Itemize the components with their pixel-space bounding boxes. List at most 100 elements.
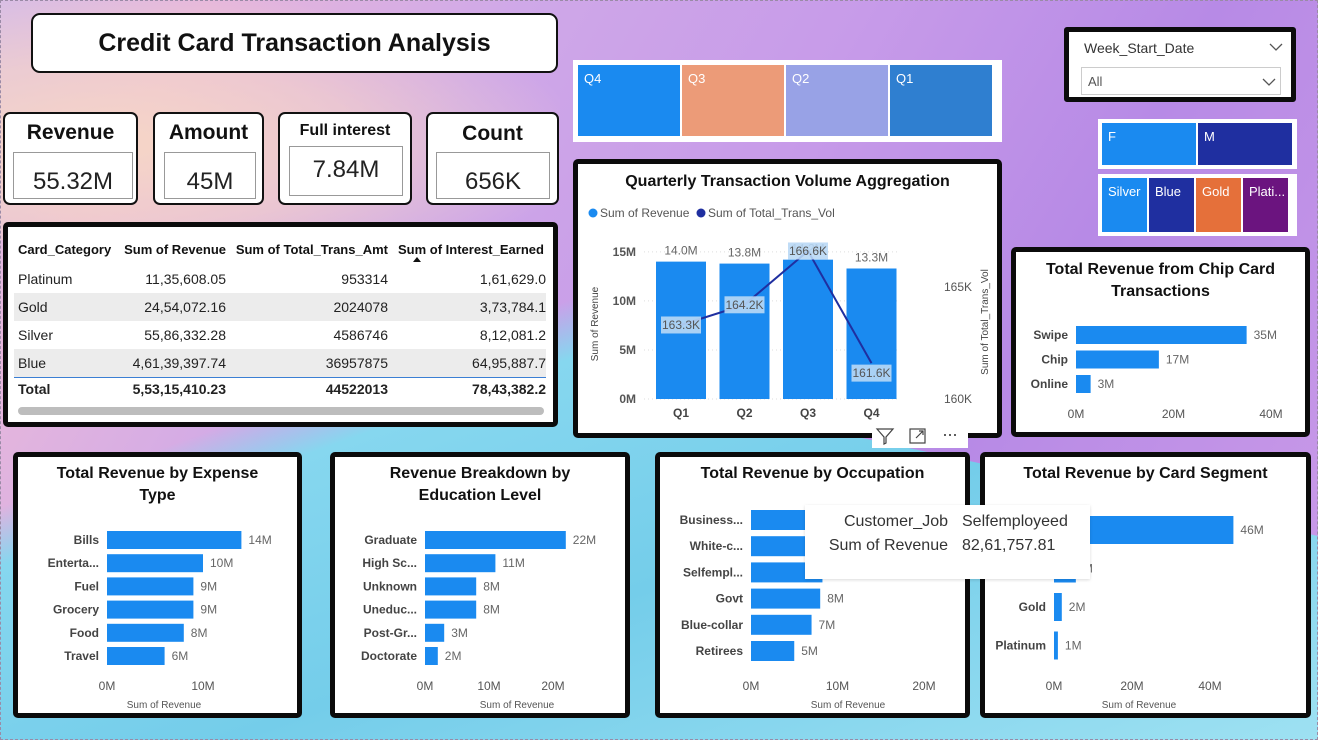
category-label: Post-Gr...: [364, 626, 417, 640]
bar[interactable]: [1076, 350, 1159, 369]
kpi-card-full-interest[interactable]: Full interest 7.84M: [278, 112, 412, 205]
slicer-item-plati[interactable]: Plati...: [1243, 178, 1288, 232]
category-label: Bills: [74, 533, 100, 547]
line-series[interactable]: [680, 249, 873, 364]
x-tick-label: 20M: [1120, 679, 1143, 693]
x-tick-label: 10M: [191, 679, 214, 693]
bar[interactable]: [107, 554, 203, 573]
sort-arrow-icon: [413, 257, 421, 262]
category-label: Blue-collar: [681, 618, 743, 632]
education-chart: Graduate 22M High Sc... 11M Unknown 8M Uneduc.…: [361, 531, 596, 711]
bar[interactable]: [107, 600, 194, 619]
table-cell: Silver: [18, 327, 54, 343]
table-row[interactable]: Platinum 11,35,608.05 953314 1,61,629.0: [14, 265, 546, 293]
kpi-label: Full interest: [299, 122, 391, 139]
column-header[interactable]: Card_Category: [14, 233, 114, 265]
chart-title: Total Revenue by Card Segment: [1023, 465, 1268, 482]
bar[interactable]: [751, 614, 812, 635]
chart-title: Total Revenue by Occupation: [700, 465, 925, 482]
table-row[interactable]: Silver 55,86,332.28 4586746 8,12,081.2: [14, 321, 546, 349]
x-tick-label: Q2: [736, 406, 752, 420]
slicer-item-f[interactable]: F: [1102, 123, 1196, 165]
data-table: Card_Category Sum of Revenue Sum of Tota…: [14, 233, 546, 401]
category-label: Business...: [680, 513, 743, 527]
bar[interactable]: [425, 647, 438, 665]
bar[interactable]: [425, 623, 445, 642]
chevron-up-icon[interactable]: [1269, 42, 1283, 52]
table-cell: Platinum: [18, 271, 73, 287]
data-label: 13.3M: [855, 250, 888, 264]
occupation-chart-panel[interactable]: Total Revenue by Occupation Business... W…: [655, 452, 970, 718]
bar[interactable]: [425, 577, 477, 596]
chart-title: Revenue Breakdown by Education Level: [389, 465, 571, 504]
quarterly-chart: Sum of Revenue Sum of Total_Trans_Vol 0M 5M…: [588, 206, 991, 420]
table-cell: 8,12,081.2: [479, 327, 546, 343]
x-tick-label: 40M: [1259, 407, 1282, 421]
bar[interactable]: [719, 263, 770, 399]
bar[interactable]: [1054, 593, 1062, 621]
quarter-slicer[interactable]: Q4 Q3 Q2 Q1: [573, 60, 1002, 142]
slicer-item-m[interactable]: M: [1198, 123, 1292, 165]
slicer-item-q1[interactable]: Q1: [890, 65, 992, 136]
bar[interactable]: [1076, 375, 1091, 393]
data-label: 6M: [172, 649, 189, 663]
kpi-card-revenue[interactable]: Revenue 55.32M: [3, 112, 138, 205]
data-label: 1M: [1065, 639, 1082, 653]
expense-chart: Bills 14M Enterta... 10M Fuel 9M Grocery 9M Food…: [48, 531, 272, 711]
category-label: Govt: [716, 592, 743, 606]
column-header[interactable]: Sum of Revenue: [114, 233, 226, 265]
data-label: 14.0M: [664, 244, 697, 258]
table-row[interactable]: Blue 4,61,39,397.74 36957875 64,95,887.7: [14, 349, 546, 377]
category-label: Retirees: [696, 644, 744, 658]
slicer-item-gold[interactable]: Gold: [1196, 178, 1241, 232]
education-chart-panel[interactable]: Revenue Breakdown by Education Level Gra…: [330, 452, 630, 718]
slicer-item-q2[interactable]: Q2: [786, 65, 888, 136]
bar[interactable]: [107, 531, 242, 549]
focus-mode-icon[interactable]: [908, 426, 928, 446]
data-label: 3M: [1098, 377, 1115, 391]
chip-chart-panel[interactable]: Total Revenue from Chip Card Transaction…: [1011, 247, 1310, 437]
kpi-card-count[interactable]: Count 656K: [426, 112, 559, 205]
quarterly-chart-panel[interactable]: Quarterly Transaction Volume Aggregation…: [573, 159, 1002, 438]
bar[interactable]: [425, 554, 496, 573]
table-cell: 1,61,629.0: [479, 271, 546, 287]
bar[interactable]: [1054, 631, 1058, 660]
slicer-item-q3[interactable]: Q3: [682, 65, 784, 136]
tooltip-value: Selfemployeed: [962, 513, 1068, 530]
table-cell: 4586746: [333, 327, 388, 343]
table-cell: 11,35,608.05: [145, 271, 226, 287]
data-label: 14M: [248, 533, 271, 547]
gender-slicer[interactable]: FM: [1098, 119, 1297, 169]
bar[interactable]: [751, 641, 795, 661]
bar[interactable]: [107, 647, 165, 665]
slicer-dropdown[interactable]: All: [1081, 67, 1281, 95]
slicer-item-blue[interactable]: Blue: [1149, 178, 1194, 232]
bar[interactable]: [107, 577, 194, 596]
more-options-icon[interactable]: ···: [942, 424, 958, 445]
slicer-item-silver[interactable]: Silver: [1102, 178, 1147, 232]
y2-tick-label: 165K: [944, 280, 972, 294]
kpi-value: 656K: [436, 152, 550, 199]
filter-icon[interactable]: [875, 426, 895, 446]
column-header[interactable]: Sum of Interest_Earned: [388, 233, 546, 265]
kpi-card-amount[interactable]: Amount 45M: [153, 112, 264, 205]
legend-marker: [588, 208, 598, 218]
bar[interactable]: [1076, 326, 1247, 344]
kpi-value: 7.84M: [289, 146, 403, 196]
data-label: 9M: [200, 603, 217, 617]
horizontal-scrollbar[interactable]: [18, 407, 544, 415]
bar[interactable]: [425, 600, 477, 619]
slicer-item-q4[interactable]: Q4: [578, 65, 680, 136]
expense-chart-panel[interactable]: Total Revenue by Expense Type Bills 14M En…: [13, 452, 302, 718]
bar[interactable]: [751, 588, 821, 609]
card-category-slicer[interactable]: Silver Blue Gold Plati...: [1098, 174, 1297, 236]
table-row[interactable]: Gold 24,54,072.16 2024078 3,73,784.1: [14, 293, 546, 321]
card-category-table[interactable]: Card_Category Sum of Revenue Sum of Tota…: [3, 222, 558, 427]
column-header[interactable]: Sum of Total_Trans_Amt: [226, 233, 388, 265]
bar[interactable]: [107, 623, 184, 642]
bar[interactable]: [425, 531, 566, 549]
kpi-label: Amount: [168, 121, 249, 144]
data-label: 2M: [1069, 600, 1086, 614]
segment-chart-panel[interactable]: Total Revenue by Card Segment Blue46MSil…: [980, 452, 1311, 718]
week-start-date-slicer[interactable]: Week_Start_Date All: [1064, 27, 1296, 102]
